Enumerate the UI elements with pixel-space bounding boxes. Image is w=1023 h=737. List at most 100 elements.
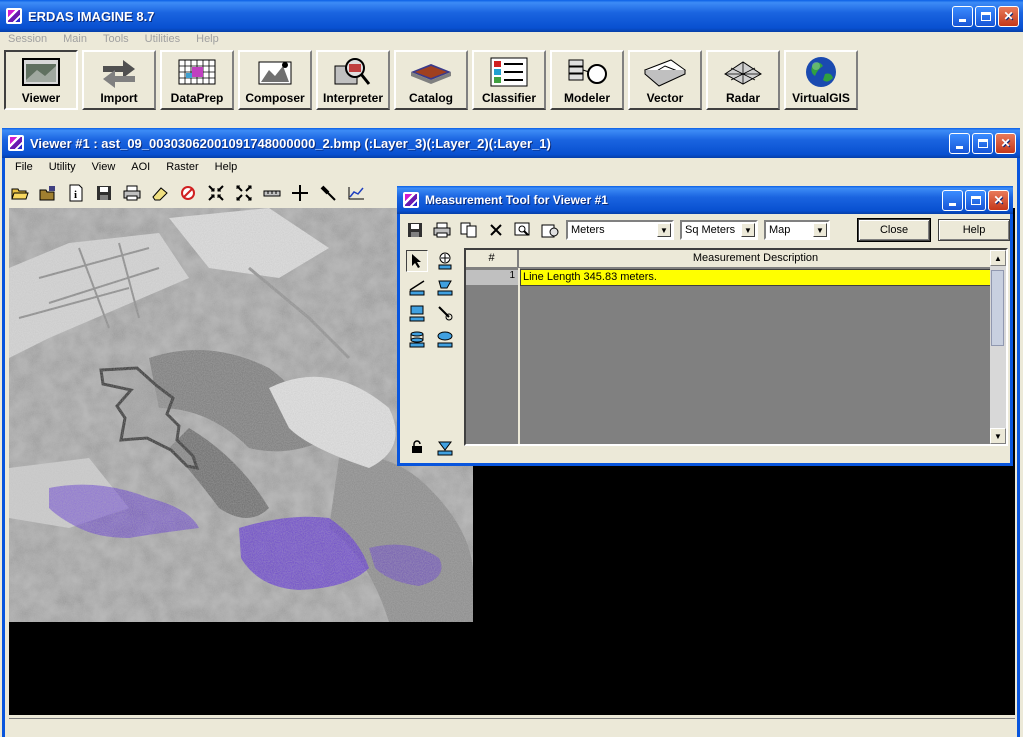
- column-header-description[interactable]: Measurement Description: [519, 250, 993, 268]
- menu-help[interactable]: Help: [188, 33, 227, 45]
- erdas-logo-icon: [6, 8, 22, 24]
- viewer-toolbar: i: [9, 180, 366, 206]
- viewer-button[interactable]: Viewer: [4, 50, 78, 110]
- dataprep-label: DataPrep: [170, 91, 224, 105]
- radar-button[interactable]: Radar: [706, 50, 780, 110]
- chevron-down-icon: ▼: [657, 223, 671, 237]
- minimize-button[interactable]: [952, 5, 973, 27]
- dataprep-button[interactable]: DataPrep: [160, 50, 234, 110]
- scroll-up-icon[interactable]: ▲: [990, 250, 1006, 266]
- viewer-close-button[interactable]: ✕: [995, 132, 1016, 154]
- rectangle-measure-icon[interactable]: [406, 302, 428, 324]
- viewer-statusbar: [9, 718, 1015, 736]
- modeler-icon: [565, 56, 609, 88]
- row-number: 1: [466, 270, 518, 285]
- cylinder-measure-icon[interactable]: [406, 328, 428, 350]
- modeler-button[interactable]: Modeler: [550, 50, 624, 110]
- measure-maximize-button[interactable]: [965, 189, 986, 211]
- length-unit-value: Meters: [571, 224, 605, 236]
- measure-ruler-icon[interactable]: [261, 183, 282, 204]
- zoom-in-icon[interactable]: [205, 183, 226, 204]
- viewer-titlebar[interactable]: Viewer #1 : ast_09_003030620010917480000…: [2, 128, 1020, 158]
- delete-icon[interactable]: [485, 220, 506, 241]
- menu-session[interactable]: Session: [0, 33, 55, 45]
- hammer-icon[interactable]: [317, 183, 338, 204]
- info-icon[interactable]: i: [65, 183, 86, 204]
- eyedropper-measure-icon[interactable]: [434, 436, 456, 458]
- measure-close-window-button[interactable]: ✕: [988, 189, 1009, 211]
- interpreter-label: Interpreter: [322, 91, 384, 105]
- viewer-menu-file[interactable]: File: [7, 161, 41, 173]
- length-unit-select[interactable]: Meters ▼: [566, 220, 674, 240]
- erdas-logo-icon: [403, 192, 419, 208]
- viewer-maximize-button[interactable]: [972, 132, 993, 154]
- composer-icon: [253, 56, 297, 88]
- viewer-menu-help[interactable]: Help: [207, 161, 246, 173]
- import-icon: [97, 56, 141, 88]
- polygon-measure-icon[interactable]: [434, 276, 456, 298]
- close-button[interactable]: Close: [857, 218, 931, 242]
- no-entry-icon[interactable]: [177, 183, 198, 204]
- viewer-menubar: File Utility View AOI Raster Help: [7, 158, 245, 176]
- zoom-out-icon[interactable]: [233, 183, 254, 204]
- svg-text:i: i: [74, 189, 77, 201]
- viewer-minimize-button[interactable]: [949, 132, 970, 154]
- globe-icon: [799, 56, 843, 88]
- erdas-logo-icon: [8, 135, 24, 151]
- catalog-icon: [409, 56, 453, 88]
- column-header-num[interactable]: #: [466, 250, 518, 268]
- lock-icon[interactable]: [406, 436, 428, 458]
- classifier-label: Classifier: [481, 91, 537, 105]
- app-titlebar[interactable]: ERDAS IMAGINE 8.7 ✕: [0, 0, 1023, 32]
- open-layer-icon[interactable]: [37, 183, 58, 204]
- interpreter-icon: [331, 56, 375, 88]
- line-measure-icon[interactable]: [406, 276, 428, 298]
- copy-icon[interactable]: [458, 220, 479, 241]
- table-scrollbar[interactable]: ▲ ▼: [990, 250, 1006, 444]
- chevron-down-icon: ▼: [813, 223, 827, 237]
- close-button[interactable]: ✕: [998, 5, 1019, 27]
- measure-minimize-button[interactable]: [942, 189, 963, 211]
- chevron-down-icon: ▼: [741, 223, 755, 237]
- viewer-menu-aoi[interactable]: AOI: [123, 161, 158, 173]
- menu-utilities[interactable]: Utilities: [137, 33, 188, 45]
- maximize-button[interactable]: [975, 5, 996, 27]
- classifier-button[interactable]: Classifier: [472, 50, 546, 110]
- composer-button[interactable]: Composer: [238, 50, 312, 110]
- viewer-menu-utility[interactable]: Utility: [41, 161, 84, 173]
- virtualgis-button[interactable]: VirtualGIS: [784, 50, 858, 110]
- select-arrow-icon[interactable]: [406, 250, 428, 272]
- interpreter-button[interactable]: Interpreter: [316, 50, 390, 110]
- ellipse-measure-icon[interactable]: [434, 328, 456, 350]
- viewer-menu-view[interactable]: View: [84, 161, 124, 173]
- graph-icon[interactable]: [345, 183, 366, 204]
- viewer-label: Viewer: [21, 91, 61, 105]
- print-icon[interactable]: [431, 220, 452, 241]
- catalog-label: Catalog: [408, 91, 453, 105]
- help-button[interactable]: Help: [938, 219, 1010, 241]
- zoom-to-icon[interactable]: [512, 220, 533, 241]
- classifier-icon: [487, 56, 531, 88]
- save-icon[interactable]: [93, 183, 114, 204]
- measurement-tool-window: Measurement Tool for Viewer #1 ✕ Meters ▼…: [397, 186, 1013, 466]
- save-icon[interactable]: [404, 220, 425, 241]
- menu-main[interactable]: Main: [55, 33, 95, 45]
- measure-titlebar[interactable]: Measurement Tool for Viewer #1 ✕: [397, 186, 1013, 214]
- crosshair-icon[interactable]: [289, 183, 310, 204]
- inquire-tool-icon[interactable]: [434, 302, 456, 324]
- scroll-thumb[interactable]: [991, 270, 1004, 346]
- area-unit-select[interactable]: Sq Meters ▼: [680, 220, 758, 240]
- scroll-down-icon[interactable]: ▼: [990, 428, 1006, 444]
- coord-type-select[interactable]: Map ▼: [764, 220, 830, 240]
- vector-button[interactable]: Vector: [628, 50, 702, 110]
- export-icon[interactable]: [539, 220, 560, 241]
- column-divider: [518, 268, 520, 444]
- import-button[interactable]: Import: [82, 50, 156, 110]
- eraser-icon[interactable]: [149, 183, 170, 204]
- print-icon[interactable]: [121, 183, 142, 204]
- menu-tools[interactable]: Tools: [95, 33, 137, 45]
- catalog-button[interactable]: Catalog: [394, 50, 468, 110]
- point-measure-icon[interactable]: [434, 250, 456, 272]
- viewer-menu-raster[interactable]: Raster: [158, 161, 206, 173]
- open-folder-icon[interactable]: [9, 183, 30, 204]
